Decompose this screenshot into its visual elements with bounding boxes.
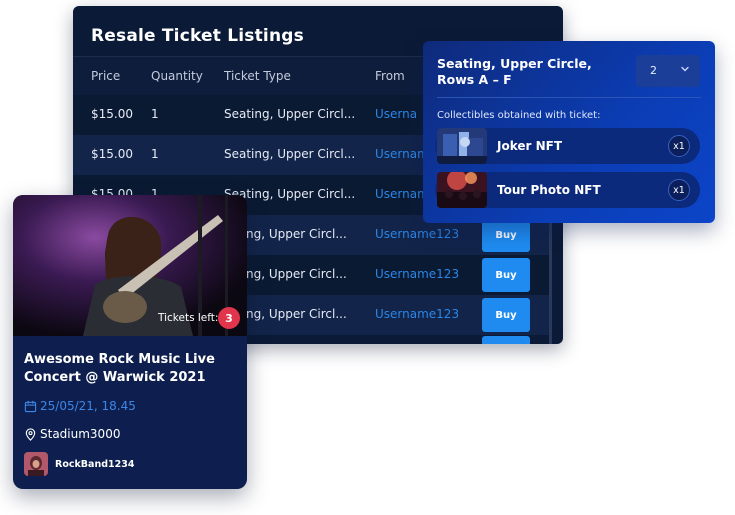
collectible-name: Joker NFT xyxy=(497,139,563,153)
column-header-from[interactable]: From xyxy=(375,69,405,83)
collectible-item[interactable]: Tour Photo NFT x1 xyxy=(435,172,700,208)
collectible-item[interactable]: Joker NFT x1 xyxy=(435,128,700,164)
price-cell: $15.00 xyxy=(91,147,133,161)
calendar-icon xyxy=(24,400,37,412)
tour-photo-nft-thumbnail xyxy=(437,172,487,208)
event-date-text: 25/05/21, 18.45 xyxy=(40,399,136,413)
column-header-ticket-type[interactable]: Ticket Type xyxy=(224,69,291,83)
quantity-select[interactable]: 2 xyxy=(636,55,700,87)
avatar xyxy=(24,452,48,476)
ticket-type-cell: Seating, Upper Circl... xyxy=(224,107,356,121)
seller-link[interactable]: Username123 xyxy=(375,227,459,241)
artist-name[interactable]: RockBand1234 xyxy=(55,459,134,470)
event-venue: Stadium3000 xyxy=(24,427,120,441)
chevron-down-icon xyxy=(681,66,689,72)
divider xyxy=(437,97,701,98)
joker-nft-thumbnail xyxy=(437,128,487,164)
event-title-line: Awesome Rock Music Live xyxy=(24,352,215,367)
seller-link[interactable]: Usernam xyxy=(375,147,429,161)
tickets-left-badge: 3 xyxy=(218,307,240,329)
column-header-price[interactable]: Price xyxy=(91,69,120,83)
artist-row[interactable]: RockBand1234 xyxy=(24,452,134,476)
buy-button[interactable]: Buy xyxy=(482,298,530,332)
seller-link[interactable]: Userna xyxy=(375,107,417,121)
event-venue-text: Stadium3000 xyxy=(40,427,121,441)
event-title: Awesome Rock Music Live Concert @ Warwic… xyxy=(24,351,239,387)
ticket-type-cell: Seating, Upper Circl... xyxy=(224,147,356,161)
collectible-count-badge: x1 xyxy=(668,135,690,157)
event-date: 25/05/21, 18.45 xyxy=(24,399,136,413)
column-header-quantity[interactable]: Quantity xyxy=(151,69,203,83)
ticket-details-popup: Seating, Upper Circle, Rows A – F 2 Coll… xyxy=(423,41,715,223)
tickets-left-label: Tickets left: xyxy=(158,312,219,324)
collectible-count-badge: x1 xyxy=(668,179,690,201)
buy-button[interactable]: Buy xyxy=(482,218,530,252)
seating-line: Seating, Upper Circle, xyxy=(437,56,592,71)
location-pin-icon xyxy=(25,427,36,441)
event-card[interactable]: Tickets left: 3 Awesome Rock Music Live … xyxy=(13,195,247,489)
ticket-type-cell: ting, Upper Circl... xyxy=(238,227,347,241)
buy-button[interactable] xyxy=(482,336,530,344)
event-title-line: Concert @ Warwick 2021 xyxy=(24,370,206,385)
price-cell: $15.00 xyxy=(91,107,133,121)
seating-title: Seating, Upper Circle, Rows A – F xyxy=(437,56,597,88)
buy-button[interactable]: Buy xyxy=(482,258,530,292)
collectible-name: Tour Photo NFT xyxy=(497,183,601,197)
quantity-cell: 1 xyxy=(151,147,159,161)
seller-link[interactable]: Username123 xyxy=(375,307,459,321)
quantity-value: 2 xyxy=(650,64,657,77)
panel-title: Resale Ticket Listings xyxy=(91,26,304,46)
seating-rows: Rows A – F xyxy=(437,72,512,87)
quantity-cell: 1 xyxy=(151,107,159,121)
ticket-type-cell: ting, Upper Circl... xyxy=(238,267,347,281)
seller-link[interactable]: Username123 xyxy=(375,267,459,281)
collectibles-heading: Collectibles obtained with ticket: xyxy=(437,110,601,121)
seller-link[interactable]: Usernam xyxy=(375,187,429,201)
ticket-type-cell: ting, Upper Circl... xyxy=(238,307,347,321)
